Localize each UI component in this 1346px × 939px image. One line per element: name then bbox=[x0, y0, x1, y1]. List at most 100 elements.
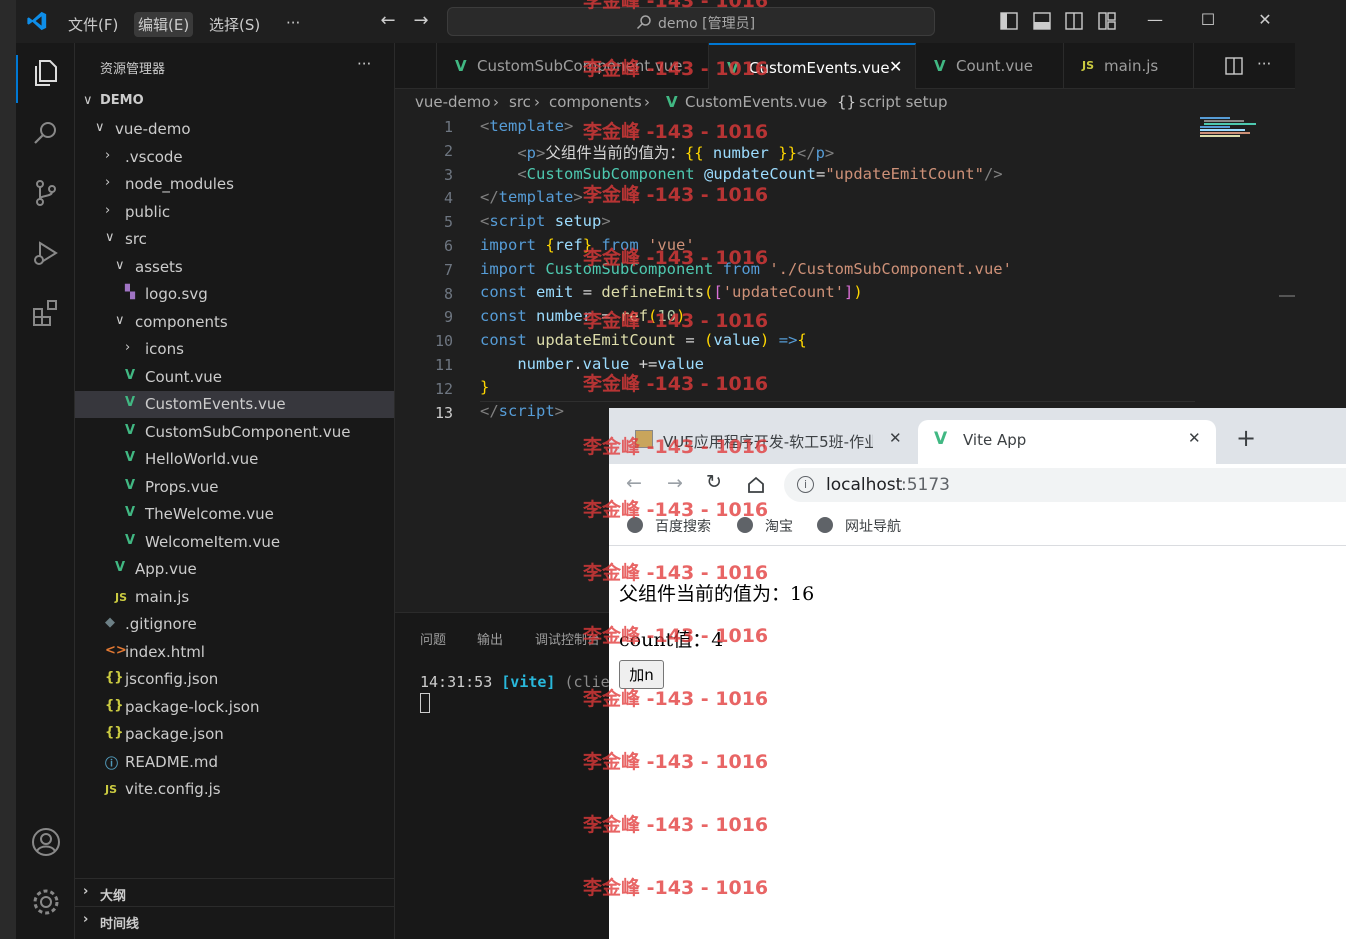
back-arrow-icon[interactable]: ← bbox=[376, 10, 400, 31]
tree-item[interactable]: V Count.vue bbox=[75, 364, 394, 391]
tree-item[interactable]: V App.vue bbox=[75, 556, 394, 583]
chevron-down-icon: ∨ bbox=[83, 93, 93, 108]
menu-file[interactable]: 文件(F) bbox=[64, 12, 122, 37]
tab-main-js[interactable]: JS main.js bbox=[1064, 43, 1194, 89]
breadcrumb: vue-demo › src › components › V CustomEv… bbox=[395, 89, 1295, 115]
code-line: const emit = defineEmits(['updateCount']… bbox=[480, 283, 863, 301]
menu-edit[interactable]: 编辑(E) bbox=[134, 12, 194, 37]
browser-tab-homework[interactable]: VUE应用程序开发-软工5班-作业 ✕ bbox=[619, 420, 914, 464]
search-icon[interactable] bbox=[30, 117, 62, 149]
site-info-icon[interactable]: i bbox=[797, 476, 814, 493]
run-debug-icon[interactable] bbox=[30, 237, 62, 269]
command-center-search[interactable]: demo [管理员] bbox=[447, 7, 935, 36]
more-actions-icon[interactable]: ··· bbox=[1257, 55, 1271, 73]
tree-item[interactable]: ∨ components bbox=[75, 309, 394, 336]
account-icon[interactable] bbox=[30, 826, 62, 858]
desktop-edge bbox=[0, 0, 16, 939]
tree-item[interactable]: › public bbox=[75, 199, 394, 226]
tree-item[interactable]: ∨ vue-demo bbox=[75, 116, 394, 143]
close-tab-icon[interactable]: ✕ bbox=[889, 57, 902, 76]
tree-item[interactable]: V Props.vue bbox=[75, 474, 394, 501]
outline-section[interactable]: › 大纲 bbox=[75, 878, 394, 906]
maximize-icon[interactable]: ☐ bbox=[1196, 10, 1220, 29]
browser-tab-vite-app[interactable]: V Vite App ✕ bbox=[918, 420, 1216, 464]
forward-arrow-icon[interactable]: → bbox=[409, 10, 433, 31]
tree-item[interactable]: {} package-lock.json bbox=[75, 694, 394, 721]
tree-item[interactable]: <> index.html bbox=[75, 639, 394, 666]
add-n-button[interactable]: 加n bbox=[619, 660, 664, 689]
tree-item[interactable]: ◆ .gitignore bbox=[75, 611, 394, 638]
tree-item[interactable]: ∨ assets bbox=[75, 254, 394, 281]
tree-item[interactable]: › icons bbox=[75, 336, 394, 363]
tree-item-label: README.md bbox=[125, 752, 219, 771]
tree-item[interactable]: {} jsconfig.json bbox=[75, 666, 394, 693]
vue-file-icon: V bbox=[125, 477, 136, 493]
toggle-panel-icon[interactable] bbox=[1033, 12, 1051, 30]
breadcrumb-item[interactable]: script setup bbox=[859, 93, 948, 111]
line-number: 10 bbox=[434, 332, 453, 351]
source-control-icon[interactable] bbox=[30, 177, 62, 209]
split-editor-icon[interactable] bbox=[1225, 57, 1243, 75]
terminal-time: 14:31:53 bbox=[420, 673, 493, 691]
reload-icon[interactable]: ↻ bbox=[706, 471, 722, 493]
close-tab-icon[interactable]: ✕ bbox=[889, 429, 902, 447]
chevron-right-icon: › bbox=[83, 912, 89, 927]
tab-problems[interactable]: 问题 bbox=[420, 629, 446, 648]
breadcrumb-item[interactable]: CustomEvents.vue bbox=[685, 93, 826, 111]
menu-selection[interactable]: 选择(S) bbox=[205, 12, 264, 37]
root-folder-demo[interactable]: ∨ DEMO bbox=[75, 89, 394, 116]
tree-item[interactable]: JS vite.config.js bbox=[75, 776, 394, 803]
bookmark-nav[interactable]: 网址导航 bbox=[817, 516, 901, 536]
new-tab-icon[interactable]: + bbox=[1236, 424, 1256, 452]
toggle-sidebar-icon[interactable] bbox=[1000, 12, 1018, 30]
customize-layout-icon[interactable] bbox=[1098, 12, 1116, 30]
tree-item[interactable]: ⓘ README.md bbox=[75, 749, 394, 776]
tree-item[interactable]: JS main.js bbox=[75, 584, 394, 611]
line-number: 5 bbox=[443, 213, 453, 232]
forward-icon[interactable]: → bbox=[667, 472, 683, 494]
tree-item[interactable]: › .vscode bbox=[75, 144, 394, 171]
menu-more[interactable]: ··· bbox=[282, 12, 304, 34]
explorer-more-icon[interactable]: ··· bbox=[357, 55, 371, 73]
line-number: 8 bbox=[443, 284, 453, 303]
tree-item[interactable]: V HelloWorld.vue bbox=[75, 446, 394, 473]
vue-file-icon: V bbox=[125, 422, 136, 438]
tab-debug-console[interactable]: 调试控制台 bbox=[535, 629, 600, 648]
bookmark-taobao[interactable]: 淘宝 bbox=[737, 516, 793, 536]
tab-customsubcomponent[interactable]: V CustomSubComponent.vue bbox=[437, 43, 709, 89]
explorer-icon[interactable] bbox=[30, 57, 62, 89]
tree-item[interactable]: ▚ logo.svg bbox=[75, 281, 394, 308]
tree-item[interactable]: V CustomEvents.vue bbox=[75, 391, 394, 418]
tab-count[interactable]: V Count.vue bbox=[916, 43, 1064, 89]
code-line: const updateEmitCount = (value) =>{ bbox=[480, 331, 807, 349]
line-number: 12 bbox=[434, 379, 453, 398]
settings-gear-icon[interactable] bbox=[30, 886, 62, 918]
minimize-icon[interactable]: — bbox=[1143, 10, 1167, 29]
tree-item[interactable]: V TheWelcome.vue bbox=[75, 501, 394, 528]
tab-output[interactable]: 输出 bbox=[477, 629, 503, 648]
tree-item[interactable]: V WelcomeItem.vue bbox=[75, 529, 394, 556]
tree-item-label: WelcomeItem.vue bbox=[145, 532, 281, 551]
code-line: number.value +=value bbox=[517, 355, 705, 373]
tab-overflow[interactable] bbox=[395, 43, 437, 89]
vue-file-icon: V bbox=[934, 57, 946, 75]
close-window-icon[interactable]: ✕ bbox=[1253, 10, 1277, 29]
tree-item-label: icons bbox=[145, 340, 184, 358]
extensions-icon[interactable] bbox=[30, 297, 62, 329]
timeline-section[interactable]: › 时间线 bbox=[75, 906, 394, 934]
tab-customevents[interactable]: V CustomEvents.vue ✕ bbox=[709, 43, 916, 89]
close-tab-icon[interactable]: ✕ bbox=[1188, 429, 1201, 447]
breadcrumb-item[interactable]: vue-demo bbox=[415, 93, 491, 111]
tree-item[interactable]: {} package.json bbox=[75, 721, 394, 748]
home-icon[interactable] bbox=[746, 475, 766, 495]
back-icon[interactable]: ← bbox=[626, 472, 642, 494]
tree-item[interactable]: ∨ src bbox=[75, 226, 394, 253]
bookmark-baidu[interactable]: 百度搜索 bbox=[627, 516, 711, 536]
toggle-secondary-sidebar-icon[interactable] bbox=[1065, 12, 1083, 30]
minimap[interactable] bbox=[1200, 117, 1260, 141]
tree-item[interactable]: › node_modules bbox=[75, 171, 394, 198]
breadcrumb-item[interactable]: src bbox=[509, 93, 531, 111]
tree-item[interactable]: V CustomSubComponent.vue bbox=[75, 419, 394, 446]
address-bar[interactable]: i localhost:5173 bbox=[784, 468, 1346, 502]
breadcrumb-item[interactable]: components bbox=[549, 93, 642, 111]
